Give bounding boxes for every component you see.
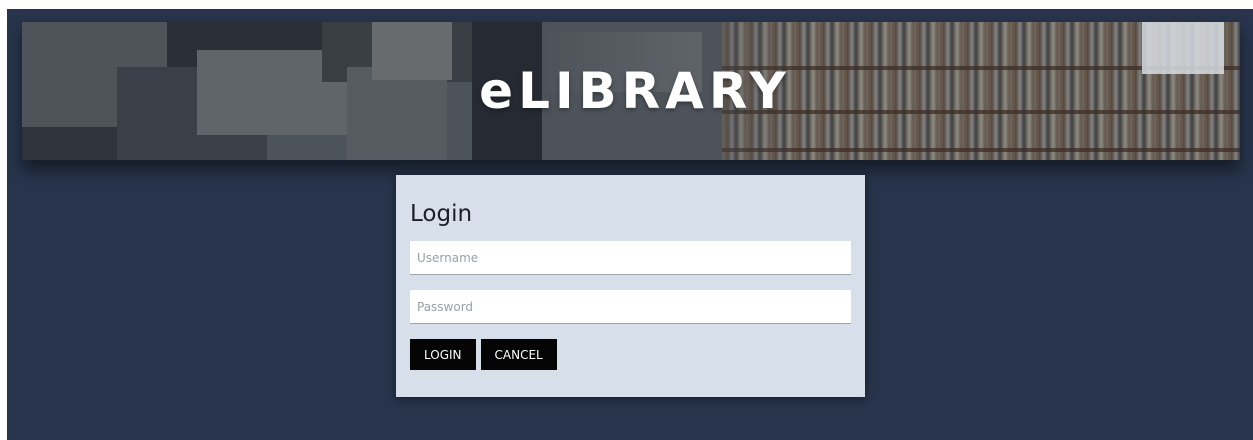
page-background: eLIBRARY Login LOGIN CANCEL xyxy=(7,9,1253,440)
cancel-button[interactable]: CANCEL xyxy=(480,339,557,370)
button-row: LOGIN CANCEL xyxy=(410,339,851,370)
login-button[interactable]: LOGIN xyxy=(410,339,476,370)
site-title: eLIBRARY xyxy=(479,62,791,120)
header-banner: eLIBRARY xyxy=(22,22,1240,160)
login-panel: Login LOGIN CANCEL xyxy=(396,175,865,397)
username-input[interactable] xyxy=(410,241,851,275)
login-heading: Login xyxy=(410,201,473,227)
password-input[interactable] xyxy=(410,290,851,324)
